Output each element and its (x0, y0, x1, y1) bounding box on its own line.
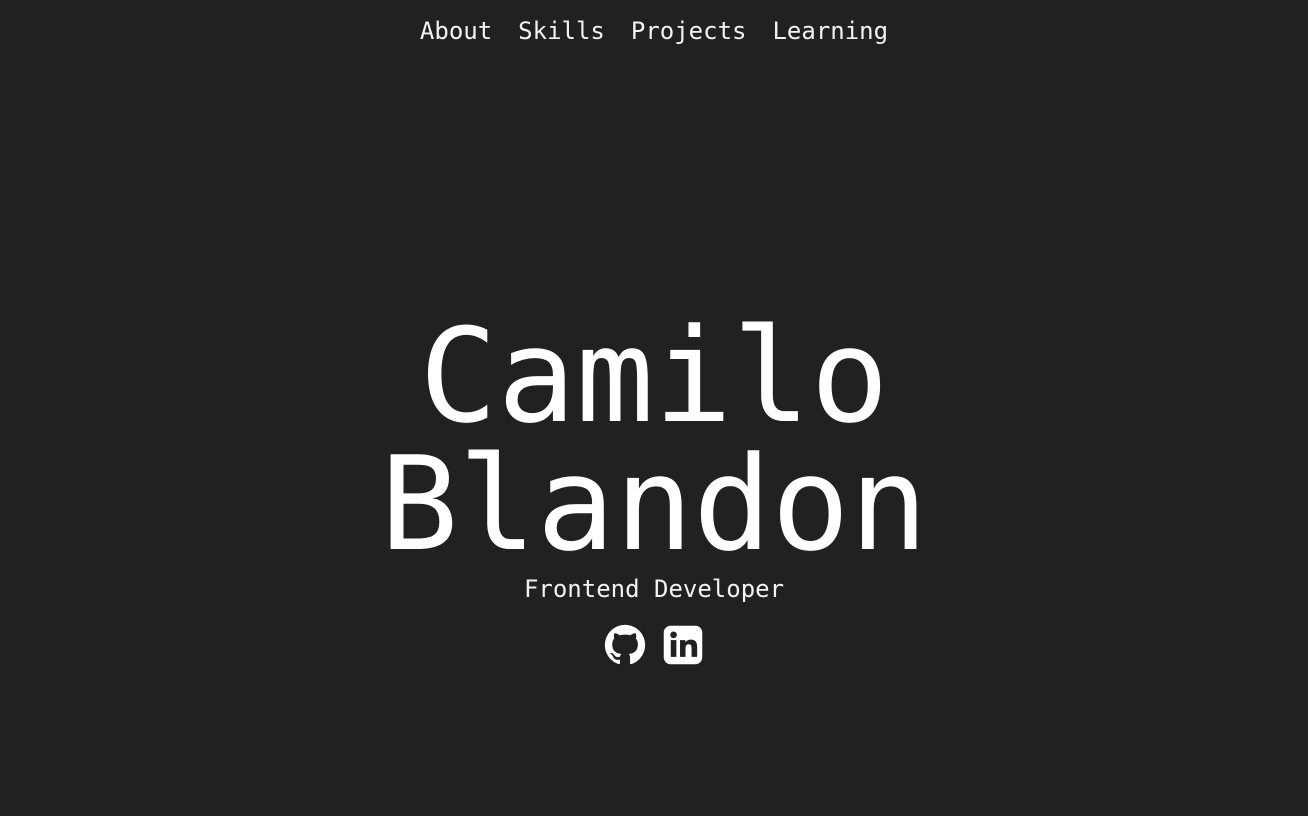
nav-link-about[interactable]: About (420, 14, 492, 48)
nav-link-skills[interactable]: Skills (518, 14, 605, 48)
hero-name: Camilo Blandon (0, 300, 1308, 580)
linkedin-link[interactable] (662, 624, 704, 666)
job-title: Frontend Developer (523, 575, 785, 603)
linkedin-icon (663, 625, 703, 665)
hero-section: Camilo Blandon Frontend Developer (0, 300, 1308, 666)
social-links (0, 624, 1308, 666)
nav-link-learning[interactable]: Learning (772, 14, 888, 48)
first-name: Camilo (419, 300, 889, 452)
last-name: Blandon (380, 428, 928, 580)
github-icon (604, 624, 646, 665)
nav-link-projects[interactable]: Projects (631, 14, 747, 48)
github-link[interactable] (604, 624, 646, 666)
main-nav: About Skills Projects Learning (0, 14, 1308, 48)
